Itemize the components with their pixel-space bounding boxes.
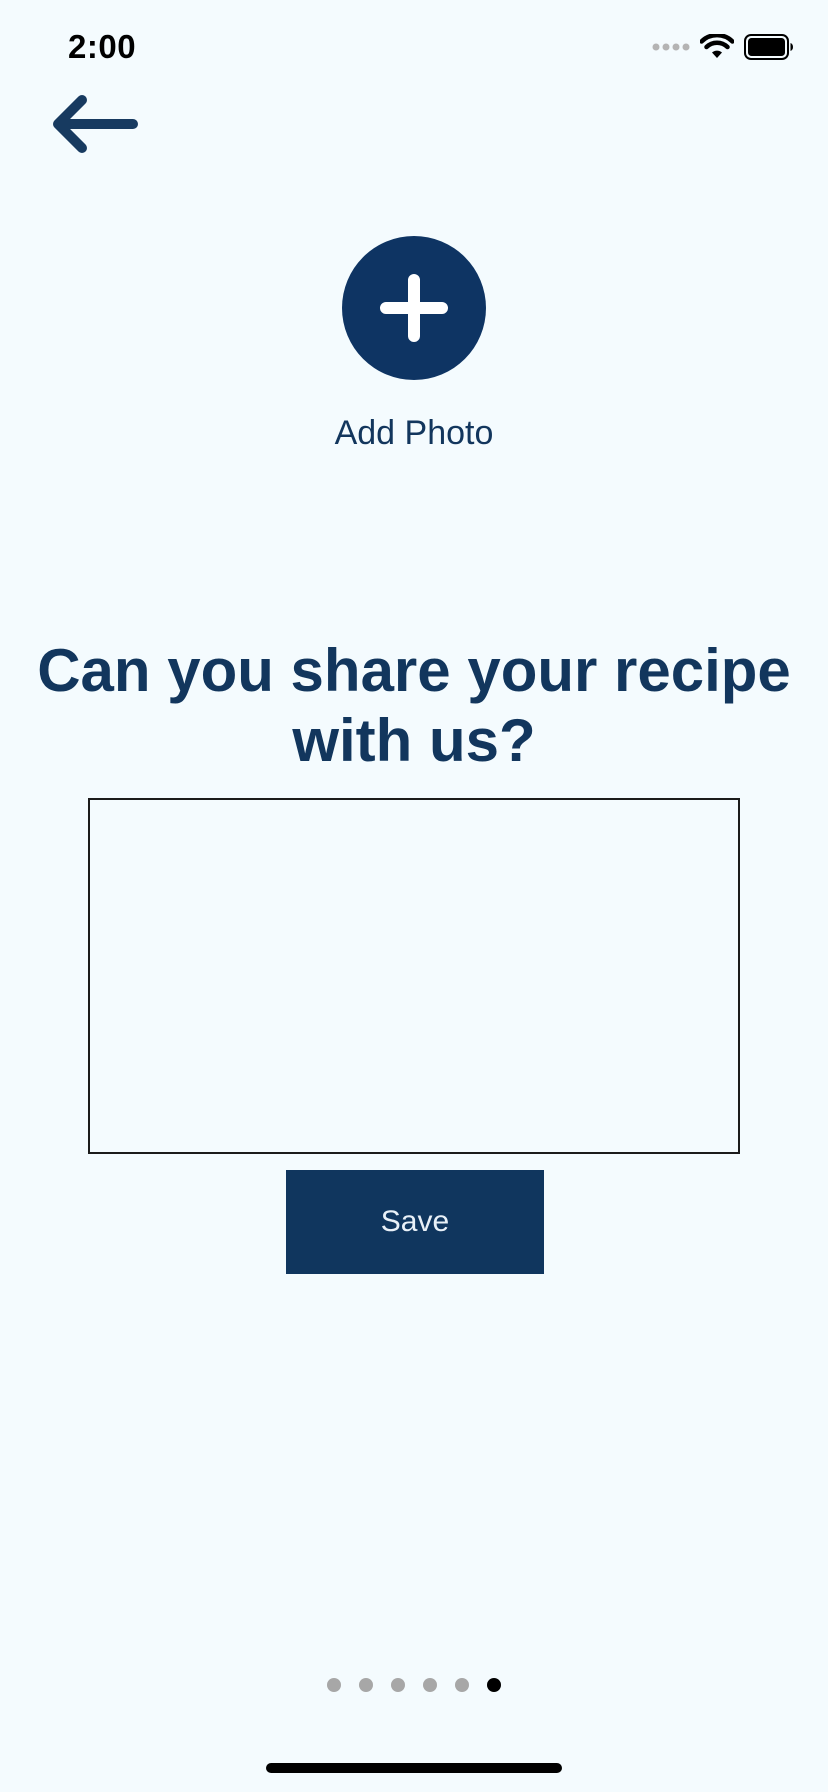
back-button[interactable] [48, 88, 148, 160]
recipe-input[interactable] [88, 798, 740, 1154]
page-dot-active [487, 1678, 501, 1692]
home-indicator [266, 1763, 562, 1773]
status-bar: 2:00 [0, 0, 828, 100]
add-photo-label: Add Photo [334, 414, 494, 452]
add-photo-section: Add Photo [0, 236, 828, 453]
page-dot [327, 1678, 341, 1692]
cellular-signal-icon [652, 43, 690, 51]
page-dot [455, 1678, 469, 1692]
save-button[interactable]: Save [286, 1170, 544, 1274]
page-dot [391, 1678, 405, 1692]
battery-icon [744, 34, 793, 60]
plus-icon [380, 274, 448, 342]
wifi-icon [700, 34, 734, 58]
status-icons [652, 34, 794, 60]
status-time: 2:00 [68, 28, 137, 65]
arrow-left-icon [53, 95, 138, 153]
page-title: Can you share your recipe with us? [37, 637, 791, 774]
page-indicator [0, 1678, 828, 1692]
page-dot [423, 1678, 437, 1692]
add-photo-button[interactable] [342, 236, 486, 380]
page-dot [359, 1678, 373, 1692]
